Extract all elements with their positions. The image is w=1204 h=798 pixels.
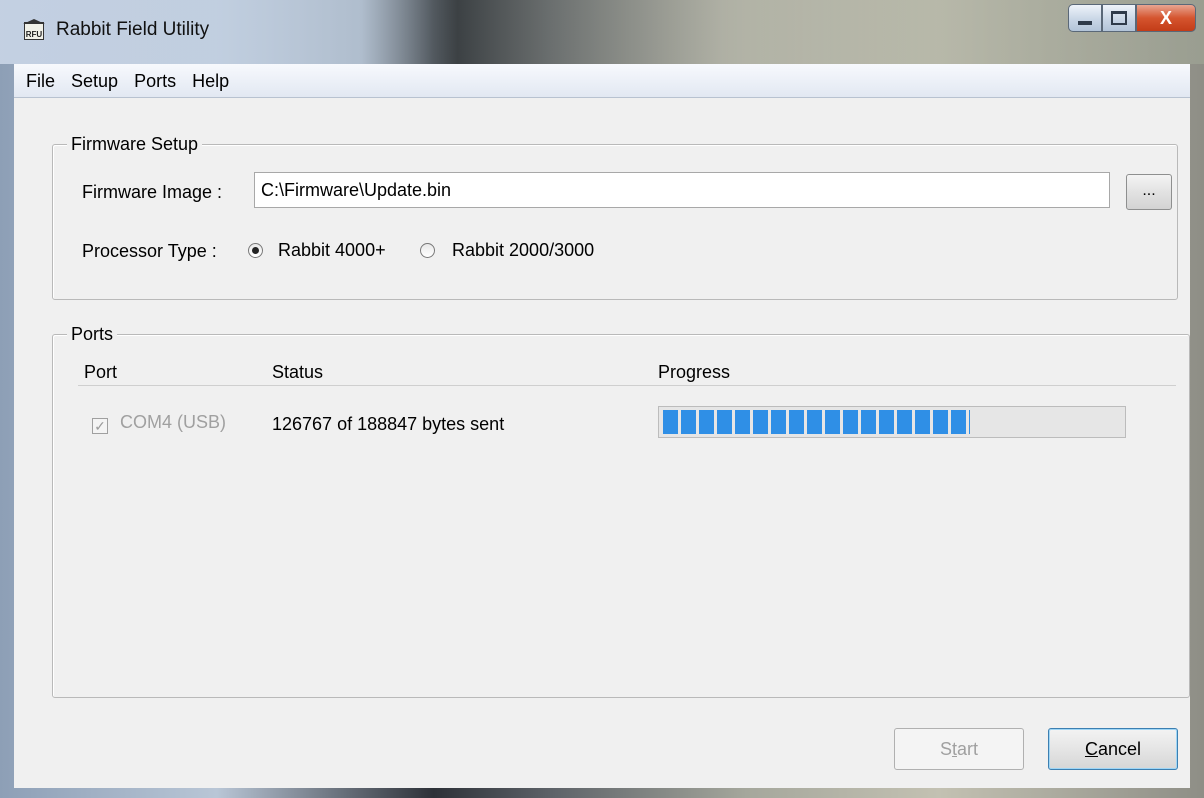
dialog-client-area: Firmware Setup Firmware Image : C:\Firmw… bbox=[14, 98, 1190, 788]
cancel-button[interactable]: Cancel bbox=[1048, 728, 1178, 770]
maximize-icon bbox=[1111, 11, 1127, 25]
start-label-suffix: art bbox=[957, 739, 979, 759]
ports-legend: Ports bbox=[67, 324, 118, 344]
close-button[interactable]: X bbox=[1136, 4, 1196, 32]
browse-button[interactable]: ... bbox=[1126, 174, 1172, 210]
column-header-divider bbox=[78, 385, 1176, 386]
port-name: COM4 (USB) bbox=[120, 412, 227, 432]
cancel-label-suffix: ancel bbox=[1097, 739, 1142, 759]
column-header-status[interactable]: Status bbox=[272, 362, 323, 383]
radio-rabbit-2000-3000[interactable] bbox=[420, 243, 435, 258]
menu-setup[interactable]: Setup bbox=[63, 64, 126, 98]
progress-fill bbox=[663, 410, 971, 434]
port-checkbox[interactable]: ✓ bbox=[92, 418, 108, 434]
cancel-label-accelerator: C bbox=[1084, 739, 1098, 759]
port-progress-bar bbox=[658, 406, 1126, 438]
firmware-image-field[interactable]: C:\Firmware\Update.bin bbox=[254, 172, 1110, 208]
start-label-prefix: S bbox=[939, 739, 952, 759]
app-icon: RFU bbox=[23, 19, 45, 40]
window-controls: X bbox=[1068, 4, 1196, 34]
radio-rabbit-4000[interactable] bbox=[248, 243, 263, 258]
maximize-button[interactable] bbox=[1102, 4, 1136, 32]
minimize-icon bbox=[1078, 21, 1092, 25]
radio-rabbit-2000-3000-label[interactable]: Rabbit 2000/3000 bbox=[452, 240, 594, 261]
title-bar[interactable]: RFU Rabbit Field Utility X bbox=[0, 0, 1204, 64]
app-window: RFU Rabbit Field Utility X File Setup Po… bbox=[0, 0, 1204, 798]
ports-group: Ports bbox=[52, 324, 1190, 698]
menu-ports[interactable]: Ports bbox=[126, 64, 184, 98]
radio-rabbit-4000-label[interactable]: Rabbit 4000+ bbox=[278, 240, 386, 261]
menu-bar: File Setup Ports Help bbox=[14, 64, 1190, 98]
port-status: 126767 of 188847 bytes sent bbox=[272, 414, 505, 434]
menu-help[interactable]: Help bbox=[184, 64, 237, 98]
firmware-setup-legend: Firmware Setup bbox=[67, 134, 203, 154]
processor-type-label: Processor Type : bbox=[82, 241, 217, 261]
start-button[interactable]: Start bbox=[894, 728, 1024, 770]
close-icon: X bbox=[1159, 7, 1172, 28]
firmware-setup-group: Firmware Setup bbox=[52, 134, 1178, 300]
column-header-port[interactable]: Port bbox=[84, 362, 117, 383]
menu-file[interactable]: File bbox=[22, 64, 63, 98]
column-header-progress[interactable]: Progress bbox=[658, 362, 730, 383]
minimize-button[interactable] bbox=[1068, 4, 1102, 32]
firmware-image-label: Firmware Image : bbox=[82, 182, 223, 202]
window-title: Rabbit Field Utility bbox=[56, 19, 210, 40]
